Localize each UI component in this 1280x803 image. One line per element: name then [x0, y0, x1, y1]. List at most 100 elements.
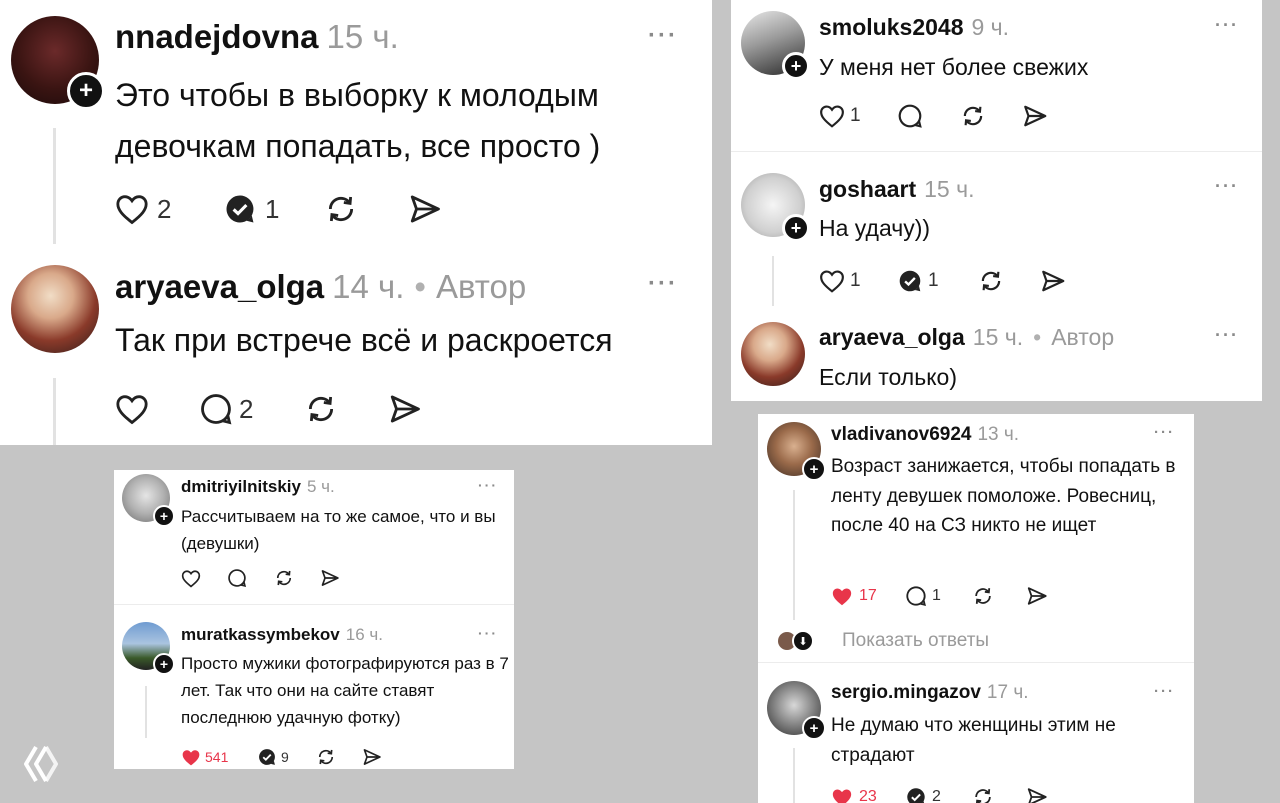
follow-plus-icon[interactable]: +: [782, 214, 810, 242]
avatar[interactable]: [741, 322, 805, 386]
share-icon: [1027, 587, 1047, 605]
timestamp: 9 ч.: [971, 14, 1010, 40]
username[interactable]: sergio.mingazov 17 ч.: [831, 682, 1029, 704]
reply-button[interactable]: 9: [257, 747, 315, 767]
divider: [114, 604, 514, 605]
more-options-icon[interactable]: ···: [648, 22, 678, 50]
like-button[interactable]: 23: [831, 787, 905, 803]
repost-button[interactable]: [323, 192, 407, 226]
expand-replies-icon: ⬇: [792, 630, 814, 652]
avatar[interactable]: [11, 265, 99, 353]
more-options-icon[interactable]: ···: [478, 477, 498, 493]
more-options-icon[interactable]: ···: [648, 270, 678, 298]
reply-button[interactable]: 1: [897, 268, 977, 294]
more-options-icon[interactable]: ···: [1215, 15, 1239, 36]
heart-filled-icon: [832, 588, 852, 605]
show-replies-label[interactable]: Показать ответы: [842, 630, 989, 652]
timestamp: 17 ч.: [986, 682, 1029, 703]
repost-button[interactable]: [971, 585, 1025, 607]
top-left-panel: + nnadejdovna 15 ч. ··· Это чтобы в выбор…: [0, 0, 712, 445]
like-button[interactable]: [181, 569, 227, 588]
follow-plus-icon[interactable]: +: [802, 457, 826, 481]
reply-button[interactable]: [227, 568, 273, 588]
reply-count: 2: [932, 788, 941, 803]
reply-count: 2: [239, 393, 254, 424]
avatar[interactable]: +: [767, 422, 826, 481]
reply-count: 9: [281, 749, 289, 765]
like-count: 2: [157, 193, 172, 224]
username[interactable]: goshaart 15 ч.: [819, 176, 975, 203]
avatar[interactable]: +: [741, 11, 810, 80]
reply-button[interactable]: 1: [223, 192, 323, 226]
timestamp: 14 ч.: [332, 268, 405, 305]
comment-text: Не думаю что женщины этим не страдают: [831, 715, 1116, 766]
share-button[interactable]: [1021, 103, 1049, 129]
action-bar: [181, 568, 341, 588]
avatar[interactable]: +: [11, 16, 105, 110]
more-options-icon[interactable]: ···: [1154, 683, 1175, 700]
avatar[interactable]: +: [741, 173, 810, 242]
share-button[interactable]: [407, 192, 443, 226]
repost-button[interactable]: [977, 268, 1039, 294]
thread-line: [793, 490, 795, 620]
repost-button[interactable]: [315, 747, 361, 767]
share-button[interactable]: [319, 568, 341, 588]
reply-button[interactable]: 2: [199, 392, 303, 426]
username[interactable]: aryaeva_olga 15 ч. • Автор: [819, 324, 1114, 351]
comment-icon: [228, 569, 247, 588]
reply-button[interactable]: 2: [905, 786, 971, 803]
timestamp: 15 ч.: [326, 18, 399, 55]
like-button[interactable]: 1: [819, 269, 897, 293]
share-button[interactable]: [387, 392, 423, 426]
heart-filled-icon: [182, 749, 200, 765]
share-button[interactable]: [1039, 268, 1067, 294]
repost-icon: [981, 271, 1001, 291]
follow-plus-icon[interactable]: +: [67, 72, 105, 110]
like-button[interactable]: 17: [831, 586, 905, 607]
more-options-icon[interactable]: ···: [478, 625, 498, 641]
reply-count: 1: [265, 193, 280, 224]
share-button[interactable]: [361, 747, 383, 767]
action-bar: 1 1: [819, 268, 1067, 294]
share-icon: [363, 749, 381, 765]
like-button[interactable]: [115, 393, 199, 425]
comment-text: На удачу)): [819, 215, 931, 241]
show-replies-row[interactable]: ⬇ Показать ответы: [778, 630, 989, 652]
like-button[interactable]: 1: [819, 104, 897, 128]
comment-text: Это чтобы в выборку к молодым девочкам п…: [115, 77, 601, 164]
username[interactable]: aryaeva_olga 14 ч. • Автор: [115, 268, 526, 306]
follow-plus-icon[interactable]: +: [153, 505, 175, 527]
action-bar: 541 9: [181, 747, 383, 767]
username[interactable]: nnadejdovna 15 ч.: [115, 18, 399, 56]
repost-button[interactable]: [303, 392, 387, 426]
reply-button[interactable]: [897, 103, 959, 129]
username[interactable]: dmitriyilnitskiy 5 ч.: [181, 477, 335, 497]
follow-plus-icon[interactable]: +: [802, 716, 826, 740]
reply-button[interactable]: 1: [905, 585, 971, 607]
follow-plus-icon[interactable]: +: [153, 653, 175, 675]
thread-line: [53, 128, 56, 244]
share-button[interactable]: [1025, 786, 1049, 803]
username[interactable]: smoluks2048 9 ч.: [819, 14, 1009, 41]
action-bar: 17 1: [831, 585, 1049, 607]
avatar[interactable]: +: [122, 474, 175, 527]
username[interactable]: vladivanov6924 13 ч.: [831, 424, 1019, 446]
repost-button[interactable]: [971, 786, 1025, 803]
more-options-icon[interactable]: ···: [1215, 325, 1239, 346]
follow-plus-icon[interactable]: +: [782, 52, 810, 80]
repost-button[interactable]: [959, 103, 1021, 129]
share-button[interactable]: [1025, 585, 1049, 607]
more-options-icon[interactable]: ···: [1154, 424, 1175, 441]
repost-icon: [308, 396, 334, 422]
like-count: 23: [859, 788, 877, 803]
repost-icon: [276, 570, 292, 586]
timestamp: 15 ч.: [972, 324, 1024, 350]
like-button[interactable]: 2: [115, 193, 223, 225]
avatar[interactable]: +: [122, 622, 175, 675]
username[interactable]: muratkassymbekov 16 ч.: [181, 625, 383, 645]
more-options-icon[interactable]: ···: [1215, 176, 1239, 197]
share-icon: [1024, 105, 1047, 127]
avatar[interactable]: +: [767, 681, 826, 740]
repost-button[interactable]: [273, 568, 319, 588]
like-button[interactable]: 541: [181, 748, 257, 767]
